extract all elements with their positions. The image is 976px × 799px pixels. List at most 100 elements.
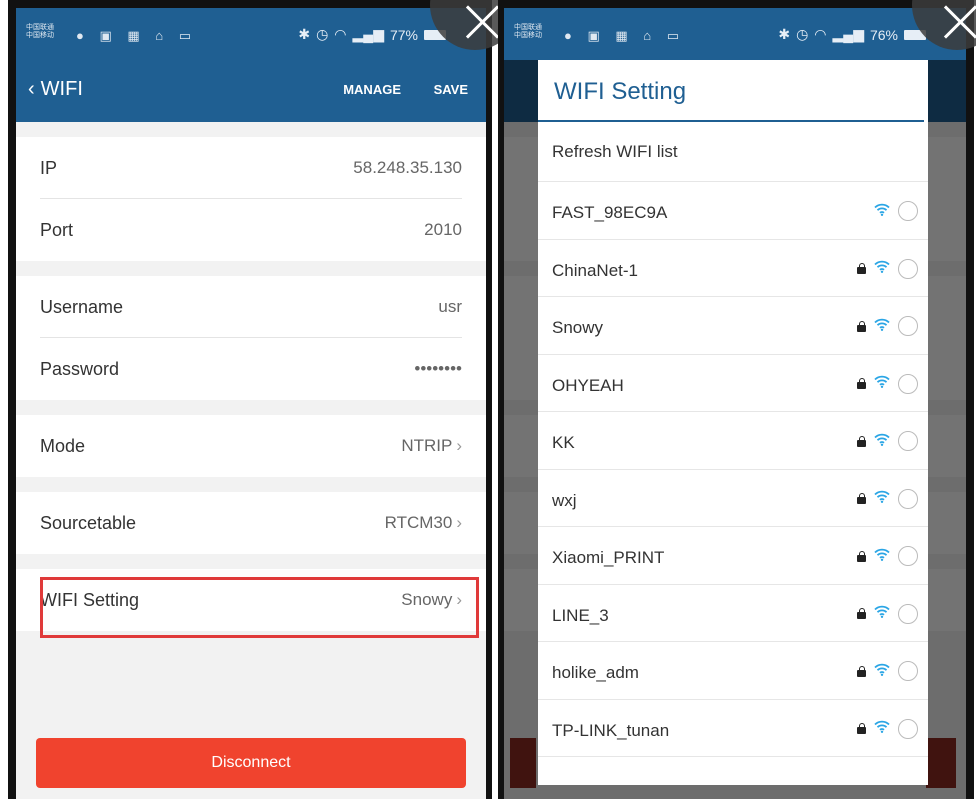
network-row[interactable]: OHYEAH (538, 355, 928, 412)
status-right: ✱ ◷ ◠ ▂▄▆ 77% (298, 26, 446, 43)
port-row[interactable]: Port 2010 (16, 199, 486, 261)
lock-icon (857, 608, 866, 619)
mode-value: NTRIP (401, 436, 453, 455)
status-bar: 中国联通 中国移动 ● ▣ ▦ ⌂ ▭ ✱ ◷ ◠ ▂▄▆ 77% (16, 8, 486, 60)
username-value: usr (438, 297, 462, 316)
network-radio[interactable] (898, 431, 918, 451)
section-gap (16, 477, 486, 492)
chevron-left-icon: ‹ (28, 78, 35, 100)
status-bar: 中国联通 中国移动 ● ▣ ▦ ⌂ ▭ ✱ ◷ ◠ ▂▄▆ 76% (504, 8, 966, 60)
section-gap (16, 122, 486, 137)
network-name: ChinaNet-1 (552, 260, 638, 280)
wifi-signal-icon (874, 663, 890, 680)
back-button[interactable]: ‹ WIFI (28, 78, 83, 101)
network-name: FAST_98EC9A (552, 203, 668, 222)
network-row[interactable]: KK (538, 412, 928, 470)
lock-icon (857, 263, 866, 274)
network-icons (857, 373, 918, 394)
network-row[interactable]: LINE_3 (538, 585, 928, 642)
network-row[interactable]: wxj (538, 470, 928, 527)
network-icons (857, 258, 918, 279)
network-row[interactable]: ChinaNet-1 (538, 240, 928, 297)
network-list: FAST_98EC9A ChinaNet-1 Snowy OHYEAH KK wxj Xia… (538, 182, 928, 757)
network-icons (857, 661, 918, 681)
network-radio[interactable] (898, 316, 918, 336)
network-radio[interactable] (898, 603, 918, 624)
network-icons (857, 488, 918, 509)
signal-icon: ▂▄▆ (832, 26, 864, 42)
network-icons (857, 431, 918, 451)
password-label: Password (40, 359, 120, 379)
battery-percent: 77% (389, 26, 418, 43)
network-radio[interactable] (898, 546, 918, 566)
wifi-signal-icon (874, 548, 890, 565)
refresh-wifi-button[interactable]: Refresh WIFI list (538, 122, 928, 182)
network-name: KK (552, 433, 575, 452)
wifi-signal-icon (874, 433, 890, 450)
page-title: WIFI (40, 78, 83, 100)
password-value: •••••••• (414, 359, 462, 378)
lock-icon (857, 550, 866, 562)
wifi-status-icon: ◠ (334, 26, 347, 42)
disconnect-button[interactable]: Disconnect (36, 738, 466, 788)
wifi-signal-icon (874, 260, 890, 277)
section-gap (16, 400, 486, 415)
wifi-status-icon: ◠ (814, 26, 827, 42)
network-name: holike_adm (552, 663, 639, 682)
network-row[interactable]: FAST_98EC9A (538, 182, 928, 240)
alarm-icon: ◷ (796, 26, 809, 42)
ip-label: IP (40, 158, 58, 178)
save-button[interactable]: SAVE (434, 82, 468, 97)
notification-icons: ● ▣ ▦ ⌂ ▭ (564, 28, 685, 43)
network-radio[interactable] (898, 661, 918, 681)
network-row[interactable]: TP-LINK_tunan (538, 700, 928, 757)
sourcetable-row[interactable]: Sourcetable RTCM30 › (16, 492, 486, 554)
network-radio[interactable] (898, 718, 918, 739)
ip-row[interactable]: IP 58.248.35.130 (16, 137, 486, 199)
wifi-signal-icon (874, 203, 890, 220)
network-radio[interactable] (898, 373, 918, 394)
network-icons (857, 546, 918, 566)
network-name: Snowy (552, 318, 604, 337)
network-name: TP-LINK_tunan (552, 720, 670, 740)
close-icon[interactable] (462, 0, 502, 40)
wifi-signal-icon (874, 605, 890, 622)
network-row[interactable]: Snowy (538, 297, 928, 355)
status-right: ✱ ◷ ◠ ▂▄▆ 76% (778, 26, 926, 43)
chevron-right-icon: › (456, 436, 462, 455)
notification-icons: ● ▣ ▦ ⌂ ▭ (76, 28, 197, 43)
manage-button[interactable]: MANAGE (343, 82, 401, 97)
close-icon[interactable] (940, 0, 976, 40)
network-icons (874, 201, 918, 221)
sourcetable-label: Sourcetable (40, 513, 137, 533)
network-row[interactable]: Xiaomi_PRINT (538, 527, 928, 585)
username-label: Username (40, 297, 124, 317)
carrier-label: 中国联通 中国移动 (26, 24, 54, 39)
signal-icon: ▂▄▆ (352, 26, 384, 42)
network-name: wxj (552, 490, 577, 510)
network-radio[interactable] (898, 201, 918, 221)
password-row[interactable]: Password •••••••• (16, 338, 486, 400)
right-phone-screen: 中国联通 中国移动 ● ▣ ▦ ⌂ ▭ ✱ ◷ ◠ ▂▄▆ 76% WIFI Se… (498, 0, 974, 799)
mode-row[interactable]: Mode NTRIP › (16, 415, 486, 477)
network-name: Xiaomi_PRINT (552, 548, 665, 567)
wifi-setting-dialog: WIFI Setting Refresh WIFI list FAST_98EC… (538, 60, 928, 785)
left-phone-screen: 中国联通 中国移动 ● ▣ ▦ ⌂ ▭ ✱ ◷ ◠ ▂▄▆ 77% ‹ WIFI … (8, 0, 492, 799)
lock-icon (857, 723, 866, 734)
wifi-signal-icon (874, 490, 890, 507)
bluetooth-icon: ✱ (298, 26, 311, 42)
app-bar: ‹ WIFI MANAGE SAVE (16, 60, 486, 122)
refresh-label: Refresh WIFI list (552, 142, 678, 161)
username-row[interactable]: Username usr (16, 276, 486, 338)
chevron-right-icon: › (456, 513, 462, 532)
network-name: OHYEAH (552, 375, 624, 395)
battery-percent: 76% (869, 26, 898, 43)
network-row[interactable]: holike_adm (538, 642, 928, 700)
network-radio[interactable] (898, 258, 918, 279)
network-icons (857, 603, 918, 624)
lock-icon (857, 435, 866, 447)
network-radio[interactable] (898, 488, 918, 509)
ip-value: 58.248.35.130 (353, 158, 462, 177)
carrier-label: 中国联通 中国移动 (514, 24, 542, 39)
sourcetable-value: RTCM30 (384, 513, 453, 532)
